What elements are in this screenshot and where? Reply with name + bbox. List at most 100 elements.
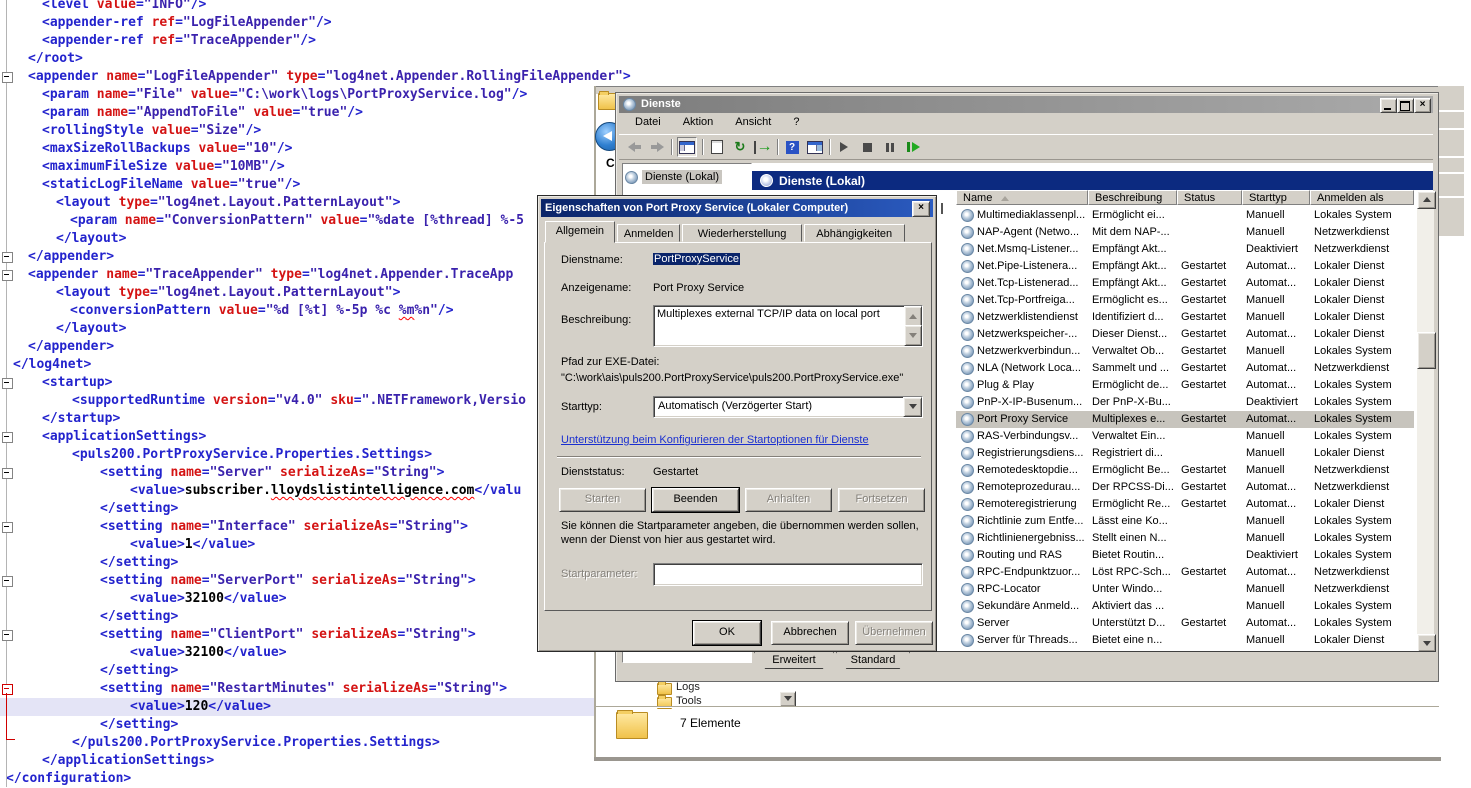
help-icon[interactable]: ? [783,138,801,156]
close-button[interactable]: × [1414,98,1431,113]
services-list-scrollbar[interactable] [1417,191,1434,650]
menu-item-aktion[interactable]: Aktion [677,114,720,134]
menu-item-?[interactable]: ? [787,114,805,134]
service-row[interactable]: Routing und RASBietet Routin...Deaktivie… [956,547,1414,564]
dienstname-value[interactable]: PortProxyService [653,253,740,265]
service-row[interactable]: Port Proxy ServiceMultiplexes e...Gestar… [956,411,1414,428]
scroll-up-button[interactable] [904,306,922,327]
folder-icon[interactable] [657,697,672,709]
service-row[interactable]: Server für Threads...Bietet eine n...Man… [956,632,1414,649]
startoptions-help-link[interactable]: Unterstützung beim Konfigurieren der Sta… [561,434,869,446]
fold-marker[interactable] [2,378,13,389]
service-row[interactable]: Richtlinienergebniss...Stellt einen N...… [956,530,1414,547]
scroll-thumb[interactable] [1417,332,1436,369]
service-gear-icon [961,362,974,375]
service-name: Multimediaklassenpl... [977,209,1089,221]
service-row[interactable]: Multimediaklassenpl...Ermöglicht ei...Ma… [956,207,1414,224]
services-titlebar[interactable]: Dienste × [619,96,1433,113]
fold-marker[interactable] [2,270,13,281]
scroll-up-button[interactable] [1417,191,1436,209]
service-row[interactable]: RPC-Endpunktzuor...Löst RPC-Sch...Gestar… [956,564,1414,581]
service-row[interactable]: Net.Msmq-Listener...Empfängt Akt...Deakt… [956,241,1414,258]
back-icon[interactable] [625,138,643,156]
beenden-button[interactable]: Beenden [652,488,739,512]
service-row[interactable]: Plug & PlayErmöglicht de...GestartetAuto… [956,377,1414,394]
refresh-icon[interactable]: ↻ [731,138,749,156]
column-header-anmeldenals[interactable]: Anmelden als [1310,190,1414,205]
service-row[interactable]: Net.Tcp-Listenerad...Empfängt Akt...Gest… [956,275,1414,292]
column-header-starttyp[interactable]: Starttyp [1242,190,1310,205]
service-row[interactable]: NetzwerklistendienstIdentifiziert d...Ge… [956,309,1414,326]
combo-dropdown-button[interactable] [903,397,922,417]
column-header-status[interactable]: Status [1177,190,1242,205]
service-row[interactable]: RemoteregistrierungErmöglicht Re...Gesta… [956,496,1414,513]
start-service-icon[interactable] [835,138,853,156]
service-row[interactable]: Remotedesktopdie...Ermöglicht Be...Gesta… [956,462,1414,479]
dialog-close-button[interactable]: × [912,201,930,217]
service-row[interactable]: NAP-Agent (Netwo...Mit dem NAP-...Manuel… [956,224,1414,241]
service-row[interactable]: ServerUnterstützt D...GestartetAutomat..… [956,615,1414,632]
tree-item-dienste-lokal[interactable]: Dienste (Lokal) [625,169,722,185]
startparameter-input[interactable] [653,563,923,586]
service-row[interactable]: Richtlinie zum Entfe...Lässt eine Ko...M… [956,513,1414,530]
restart-service-icon[interactable] [904,138,922,156]
services-gear-icon [760,174,773,187]
service-row[interactable]: Registrierungsdiens...Registriert di...M… [956,445,1414,462]
tab-standard[interactable]: Standard [836,652,910,669]
scroll-down-button[interactable] [904,325,922,346]
tab-allgemein[interactable]: Allgemein [545,221,615,243]
tab-wiederherstellung[interactable]: Wiederherstellung [682,224,801,242]
fold-marker[interactable] [2,252,13,263]
stop-service-icon[interactable] [858,138,876,156]
maximize-button[interactable] [1397,98,1414,113]
tab-abhngigkeiten[interactable]: Abhängigkeiten [804,224,905,242]
beschreibung-label: Beschreibung: [561,314,631,326]
fold-marker[interactable] [2,72,13,83]
service-row[interactable]: Remoteprozedurau...Der RPCSS-Di...Gestar… [956,479,1414,496]
folder-icon[interactable] [657,683,672,695]
folder-label[interactable]: Logs [676,681,700,693]
menu-item-ansicht[interactable]: Ansicht [729,114,777,134]
service-row[interactable]: Sekundäre Anmeld...Aktiviert das ...Manu… [956,598,1414,615]
service-logon-as: Lokales System [1314,617,1392,629]
service-row[interactable]: RPC-LocatorUnter Windo...ManuellNetzwerk… [956,581,1414,598]
scroll-down-button[interactable] [1417,634,1436,652]
tab-anmelden[interactable]: Anmelden [617,224,681,242]
extended-view-icon[interactable] [806,138,824,156]
forward-icon[interactable] [648,138,666,156]
service-row[interactable]: PnP-X-IP-Busenum...Der PnP-X-Bu...Deakti… [956,394,1414,411]
export-list-icon[interactable]: → [754,138,772,156]
fold-marker-changed[interactable] [2,684,13,695]
service-row[interactable]: RAS-Verbindungsv...Verwaltet Ein...Manue… [956,428,1414,445]
properties-icon[interactable] [708,138,726,156]
pause-service-icon[interactable] [881,138,899,156]
code-line: </log4net> [0,356,620,374]
fold-marker[interactable] [2,630,13,641]
dialog-titlebar[interactable]: Eigenschaften von Port Proxy Service (Lo… [541,199,933,217]
minimize-button[interactable] [1380,98,1397,113]
fold-marker[interactable] [2,468,13,479]
menu-item-datei[interactable]: Datei [629,114,667,134]
service-row[interactable]: Net.Pipe-Listenera...Empfängt Akt...Gest… [956,258,1414,275]
column-header-beschreibung[interactable]: Beschreibung [1088,190,1177,205]
service-row[interactable]: Netzwerkspeicher-...Dieser Dienst...Gest… [956,326,1414,343]
column-header-name[interactable]: Name [956,190,1088,205]
beschreibung-textbox[interactable]: Multiplexes external TCP/IP data on loca… [653,305,923,347]
code-line: <param name="ConversionPattern" value="%… [0,212,620,230]
show-console-tree-icon[interactable] [677,137,697,157]
abbrechen-button[interactable]: Abbrechen [771,621,849,645]
service-starttype: Manuell [1246,515,1285,527]
tab-erweitert[interactable]: Erweitert [754,652,834,669]
fold-marker[interactable] [2,522,13,533]
service-name: Plug & Play [977,379,1089,391]
service-row[interactable]: Netzwerkverbindun...Verwaltet Ob...Gesta… [956,343,1414,360]
ok-button[interactable]: OK [693,621,761,645]
changed-region-bracket-tick [6,739,15,740]
clipped-text-fragment [941,203,943,214]
fold-marker[interactable] [2,432,13,443]
service-row[interactable]: NLA (Network Loca...Sammelt und ...Gesta… [956,360,1414,377]
combo-dropdown-button[interactable] [779,691,796,707]
starttyp-combobox[interactable]: Automatisch (Verzögerter Start) [653,396,923,418]
service-row[interactable]: Net.Tcp-Portfreiga...Ermöglicht es...Ges… [956,292,1414,309]
fold-marker[interactable] [2,576,13,587]
